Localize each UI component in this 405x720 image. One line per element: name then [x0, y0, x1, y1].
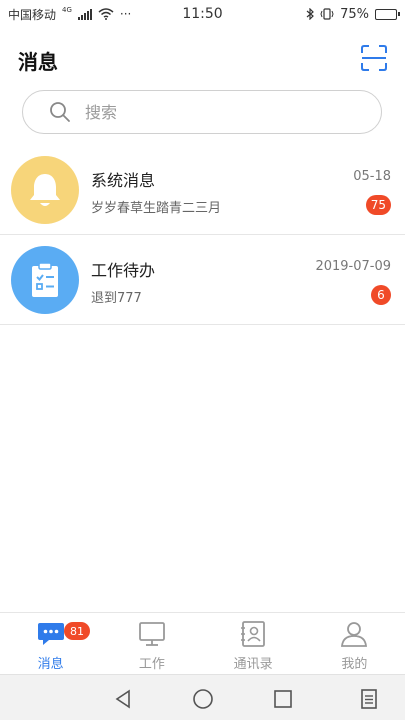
search-input[interactable]: [85, 102, 345, 122]
message-title: 工作待办: [91, 261, 156, 280]
home-icon[interactable]: [192, 688, 214, 710]
list-item[interactable]: 工作待办 退到777 2019-07-09 6: [0, 235, 405, 325]
tab-label: 我的: [341, 657, 368, 672]
back-icon[interactable]: [112, 688, 134, 710]
work-todo-avatar: [11, 246, 79, 314]
carrier-label: 中国移动: [8, 7, 57, 22]
person-icon: [341, 622, 368, 647]
bottom-tab-bar: 消息 81 工作 通讯录 我的: [0, 612, 405, 674]
bluetooth-icon: [306, 8, 314, 20]
tab-mine[interactable]: 我的: [304, 613, 405, 674]
list-item[interactable]: 系统消息 岁岁春草生踏青二三月 05-18 75: [0, 145, 405, 235]
message-date: 05-18: [353, 169, 391, 184]
battery-icon: [375, 8, 400, 20]
page-title: 消息: [18, 50, 58, 74]
chat-icon: [37, 623, 64, 645]
tab-work[interactable]: 工作: [101, 613, 202, 674]
clipboard-icon: [32, 262, 58, 297]
network-type: 4G: [62, 6, 72, 14]
message-list: 系统消息 岁岁春草生踏青二三月 05-18 75 工作待办 退到777 2019…: [0, 145, 405, 325]
vibrate-icon: [320, 8, 334, 20]
message-title: 系统消息: [91, 171, 156, 190]
status-bar: 中国移动 4G ··· 11:50 75%: [0, 0, 405, 28]
menu-icon[interactable]: [358, 688, 380, 710]
signal-icon: [77, 8, 92, 20]
more-notifications: ···: [119, 7, 132, 21]
tab-badge: 81: [64, 622, 90, 640]
tab-label: 通讯录: [233, 657, 273, 672]
message-preview: 退到777: [91, 291, 142, 306]
wifi-icon: [98, 8, 114, 20]
system-nav-bar: [0, 674, 405, 720]
scan-icon[interactable]: [360, 44, 388, 72]
recent-apps-icon[interactable]: [272, 688, 294, 710]
tab-contacts[interactable]: 通讯录: [203, 613, 304, 674]
tab-messages[interactable]: 消息 81: [0, 613, 101, 674]
unread-badge: 75: [365, 195, 391, 215]
contacts-icon: [241, 621, 266, 647]
monitor-icon: [138, 622, 165, 646]
bell-icon: [30, 174, 60, 206]
message-preview: 岁岁春草生踏青二三月: [91, 201, 222, 216]
search-bar[interactable]: [22, 90, 382, 134]
unread-badge: 6: [371, 285, 391, 305]
header: 消息: [0, 28, 405, 86]
tab-label: 消息: [37, 657, 64, 672]
message-date: 2019-07-09: [315, 259, 391, 274]
battery-percent: 75%: [340, 6, 369, 22]
system-message-avatar: [11, 156, 79, 224]
tab-label: 工作: [138, 657, 165, 672]
search-icon: [50, 102, 70, 122]
